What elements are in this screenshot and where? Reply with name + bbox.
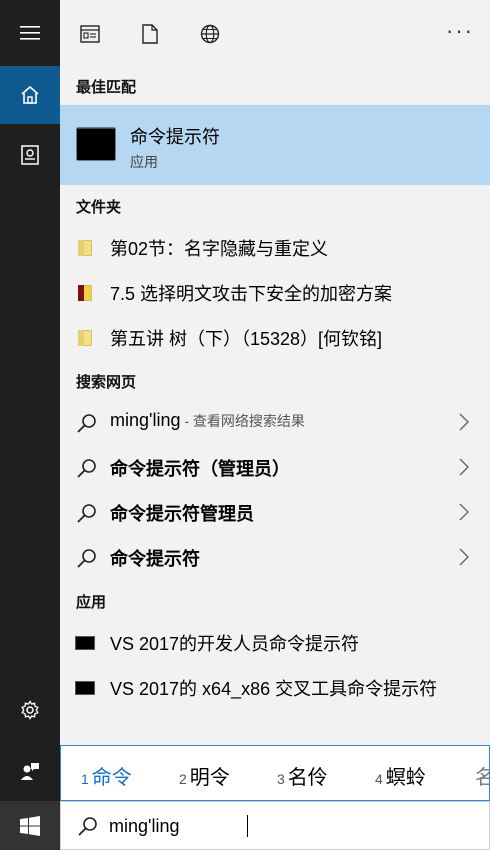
chevron-right-icon[interactable] — [458, 457, 470, 477]
app-label: VS 2017的 x64_x86 交叉工具命令提示符 — [110, 679, 438, 699]
filter-documents-button[interactable] — [138, 22, 162, 46]
chevron-right-icon[interactable] — [458, 547, 470, 567]
command-prompt-icon — [76, 127, 116, 161]
list-item-folder[interactable]: 第五讲 树（下）（15328）[何钦铭] — [60, 315, 490, 360]
search-icon — [77, 549, 96, 568]
list-item-web-search[interactable]: 命令提示符管理员 — [60, 490, 490, 535]
search-icon — [77, 504, 96, 523]
section-header-web: 搜索网页 — [76, 374, 137, 391]
web-search-hint: - 查看网络搜索结果 — [180, 413, 305, 429]
list-item-folder[interactable]: 第02节：名字隐藏与重定义 — [60, 225, 490, 270]
app-label: VS 2017的开发人员命令提示符 — [110, 634, 360, 654]
account-button[interactable] — [0, 746, 60, 796]
start-button[interactable] — [0, 801, 60, 850]
command-prompt-icon — [75, 681, 95, 695]
notebook-button[interactable] — [0, 126, 60, 184]
apps-window-icon — [80, 25, 100, 43]
list-item-app[interactable]: VS 2017的开发人员命令提示符 — [60, 620, 490, 665]
web-search-label: 命令提示符管理员 — [110, 504, 254, 524]
section-header-folders: 文件夹 — [76, 199, 122, 216]
gear-icon — [21, 700, 39, 720]
ime-candidate[interactable]: 2 明令 — [179, 761, 230, 790]
folder-label: 第五讲 树（下）（15328）[何钦铭] — [110, 329, 383, 349]
search-icon — [78, 817, 97, 836]
folder-icon — [78, 285, 92, 301]
chevron-right-icon[interactable] — [458, 412, 470, 432]
notebook-icon — [21, 145, 39, 165]
search-box[interactable] — [60, 801, 490, 850]
best-match-item[interactable]: 命令提示符 应用 — [60, 105, 490, 185]
ime-candidate[interactable]: 3 名伶 — [277, 761, 328, 790]
search-icon — [77, 414, 96, 433]
home-button[interactable] — [0, 66, 60, 124]
document-icon — [142, 24, 158, 44]
filter-web-button[interactable] — [198, 22, 222, 46]
list-item-app[interactable]: VS 2017的 x64_x86 交叉工具命令提示符 — [60, 665, 490, 710]
list-item-web-search[interactable]: 命令提示符 — [60, 535, 490, 580]
web-search-label: ming'ling — [110, 410, 181, 430]
ime-candidate-bar: 1 命令 2 明令 3 名伶 4 螟蛉 名 — [60, 745, 490, 801]
list-item-web-search[interactable]: 命令提示符（管理员） — [60, 445, 490, 490]
ime-candidate-partial[interactable]: 名 — [475, 761, 489, 790]
windows-logo-icon — [20, 815, 40, 836]
list-item-web-search[interactable]: ming'ling - 查看网络搜索结果 — [60, 400, 490, 445]
ime-candidate[interactable]: 4 螟蛉 — [375, 761, 426, 790]
hamburger-icon — [20, 26, 40, 40]
search-input[interactable] — [109, 814, 469, 838]
search-icon — [77, 459, 96, 478]
ime-candidate[interactable]: 1 命令 — [81, 761, 132, 790]
folder-icon — [78, 330, 92, 346]
text-caret — [247, 815, 248, 837]
left-rail — [0, 0, 60, 850]
web-search-label: 命令提示符（管理员） — [110, 459, 290, 479]
user-feedback-icon — [21, 763, 39, 780]
best-match-subtitle: 应用 — [130, 154, 158, 170]
globe-icon — [200, 24, 220, 44]
home-icon — [21, 85, 39, 104]
section-header-apps: 应用 — [76, 594, 107, 611]
folder-label: 7.5 选择明文攻击下安全的加密方案 — [110, 284, 393, 304]
command-prompt-icon — [75, 636, 95, 650]
more-options-button[interactable]: ··· — [446, 18, 474, 44]
filter-apps-button[interactable] — [78, 22, 102, 46]
web-search-label: 命令提示符 — [110, 549, 200, 569]
settings-button[interactable] — [0, 686, 60, 734]
chevron-right-icon[interactable] — [458, 502, 470, 522]
list-item-folder[interactable]: 7.5 选择明文攻击下安全的加密方案 — [60, 270, 490, 315]
folder-label: 第02节：名字隐藏与重定义 — [110, 239, 329, 259]
best-match-title: 命令提示符 — [130, 127, 220, 147]
folder-icon — [78, 240, 92, 256]
hamburger-menu-button[interactable] — [0, 0, 60, 66]
section-header-best-match: 最佳匹配 — [76, 79, 137, 96]
filter-toolbar: ··· — [60, 0, 490, 66]
